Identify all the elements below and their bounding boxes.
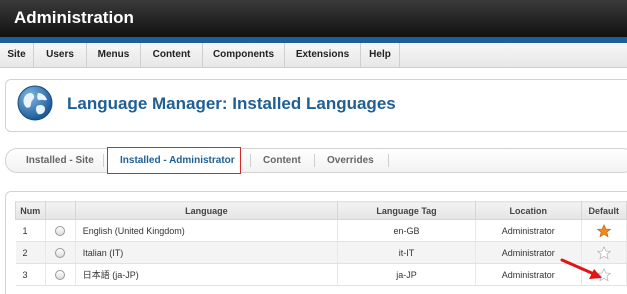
menu-item-menus[interactable]: Menus: [87, 43, 141, 68]
row-language-tag: it-IT: [337, 241, 476, 264]
globe-icon: [17, 85, 53, 121]
menu-item-extensions[interactable]: Extensions: [285, 43, 361, 68]
table-header-row: Num Language Language Tag Location Defau…: [15, 201, 627, 220]
column-header-num[interactable]: Num: [15, 201, 46, 220]
language-tabs: Installed - Site Content Overrides: [5, 148, 627, 173]
installed-languages-table: Num Language Language Tag Location Defau…: [15, 201, 627, 286]
main-menu-bar: Site Users Menus Content Components Exte…: [0, 43, 627, 68]
red-pointer-arrow-icon: [560, 258, 602, 279]
menu-item-help[interactable]: Help: [361, 43, 400, 68]
tab-divider: [388, 154, 389, 167]
row-select-radio[interactable]: [55, 269, 66, 280]
tab-installed-administrator[interactable]: Installed - Administrator: [107, 147, 241, 174]
page-title-panel: Language Manager: Installed Languages: [5, 79, 627, 132]
row-language: English (United Kingdom): [75, 219, 339, 242]
row-language-tag: ja-JP: [337, 263, 476, 286]
tab-divider: [103, 154, 104, 167]
row-select-radio[interactable]: [55, 225, 66, 236]
page-title: Language Manager: Installed Languages: [67, 94, 396, 113]
tab-installed-site[interactable]: Installed - Site: [26, 149, 94, 172]
column-header-default[interactable]: Default: [580, 201, 627, 220]
row-language: 日本語 (ja-JP): [75, 263, 339, 286]
column-header-language-tag[interactable]: Language Tag: [337, 201, 476, 220]
default-star-icon[interactable]: [596, 223, 611, 238]
row-radio-cell: [45, 241, 76, 264]
table-row: 1 English (United Kingdom) en-GB Adminis…: [15, 219, 627, 242]
row-radio-cell: [45, 219, 76, 242]
admin-header: Administration: [0, 0, 627, 37]
row-select-radio[interactable]: [55, 247, 66, 258]
row-radio-cell: [45, 263, 76, 286]
column-header-language[interactable]: Language: [74, 201, 339, 220]
row-number: 2: [15, 241, 46, 264]
column-header-select: [44, 201, 76, 220]
table-row: 2 Italian (IT) it-IT Administrator: [15, 241, 627, 264]
tab-installed-administrator-label: Installed - Administrator: [120, 155, 235, 166]
row-language: Italian (IT): [75, 241, 339, 264]
header-title: Administration: [14, 8, 134, 27]
column-header-location[interactable]: Location: [474, 201, 582, 220]
tab-content[interactable]: Content: [263, 149, 301, 172]
menu-item-site[interactable]: Site: [0, 43, 34, 68]
tab-divider: [314, 154, 315, 167]
table-row: 3 日本語 (ja-JP) ja-JP Administrator: [15, 263, 627, 286]
row-language-tag: en-GB: [337, 219, 476, 242]
tab-divider: [250, 154, 251, 167]
row-location: Administrator: [475, 219, 582, 242]
tab-overrides[interactable]: Overrides: [327, 149, 374, 172]
row-number: 3: [15, 263, 46, 286]
menu-item-content[interactable]: Content: [141, 43, 203, 68]
menu-item-users[interactable]: Users: [34, 43, 87, 68]
menu-item-components[interactable]: Components: [203, 43, 285, 68]
row-number: 1: [15, 219, 46, 242]
row-default-cell: [581, 219, 627, 242]
